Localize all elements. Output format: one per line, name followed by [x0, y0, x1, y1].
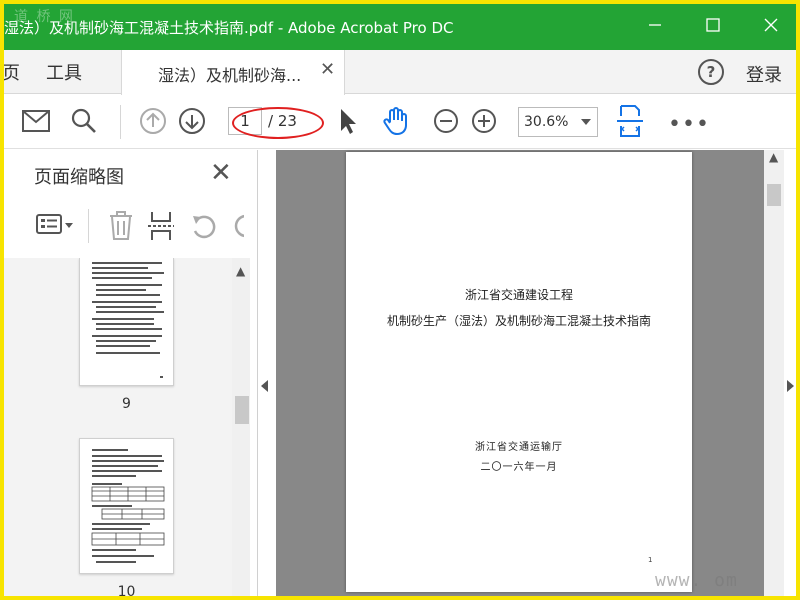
delete-page-button[interactable] [108, 211, 134, 245]
chevron-up-icon[interactable]: ▲ [769, 150, 778, 164]
rotate-left-button[interactable] [190, 213, 218, 243]
rotate-right-icon [234, 215, 244, 237]
minimize-button[interactable] [632, 0, 678, 50]
document-date: 二〇一六年一月 [480, 462, 558, 473]
document-tab[interactable]: 湿法）及机制砂海... ✕ [121, 50, 345, 95]
close-window-button[interactable] [748, 0, 794, 50]
panel-toolbar [0, 205, 258, 249]
minimize-icon [649, 24, 661, 26]
collapse-left-panel-button[interactable] [261, 380, 268, 392]
panel-title: 页面缩略图 [34, 167, 124, 188]
previous-page-button[interactable] [137, 105, 169, 137]
scrollbar-thumb[interactable] [235, 396, 249, 424]
document-scrollbar[interactable]: ▲ [764, 150, 784, 600]
list-options-icon [36, 214, 73, 234]
hand-tool-button[interactable] [380, 105, 412, 137]
expand-right-panel-button[interactable] [787, 380, 794, 392]
document-heading-2: 机制砂生产（湿法）及机制砂海工混凝土技术指南 [386, 314, 651, 328]
watermark-bottom: www. om [655, 570, 738, 591]
fit-page-icon [617, 105, 643, 137]
insert-page-button[interactable] [148, 211, 174, 245]
title-bar: 道 桥 网 湿法）及机制砂海工混凝土技术指南.pdf - Adobe Acrob… [0, 0, 800, 50]
zoom-in-icon [472, 109, 496, 133]
cursor-arrow-icon [341, 109, 356, 134]
pdf-page: 浙江省交通建设工程 机制砂生产（湿法）及机制砂海工混凝土技术指南 浙江省交通运输… [346, 152, 692, 592]
arrow-down-circle-icon [179, 108, 205, 134]
window-title: 湿法）及机制砂海工混凝土技术指南.pdf - Adobe Acrobat Pro… [4, 19, 454, 37]
options-menu-button[interactable] [36, 213, 76, 241]
chevron-down-icon [581, 119, 591, 125]
menu-tools[interactable]: 工具 [46, 59, 82, 85]
document-heading-1: 浙江省交通建设工程 [464, 288, 573, 302]
thumbnail-page-10[interactable] [79, 438, 174, 574]
email-button[interactable] [20, 105, 52, 137]
document-issuer: 浙江省交通运输厅 [475, 442, 563, 453]
scrollbar-thumb[interactable] [767, 184, 781, 206]
trash-icon [110, 211, 132, 240]
chevron-up-icon[interactable]: ▲ [236, 264, 245, 278]
next-page-button[interactable] [176, 105, 208, 137]
maximize-icon [706, 18, 720, 32]
fit-page-button[interactable] [614, 105, 646, 137]
maximize-button[interactable] [690, 0, 736, 50]
toolbar-separator [120, 105, 121, 139]
rotate-left-icon [193, 215, 216, 239]
arrow-up-circle-icon [140, 108, 166, 134]
login-button[interactable]: 登录 [746, 61, 782, 87]
zoom-value: 30.6% [524, 114, 569, 130]
tab-close-button[interactable]: ✕ [320, 59, 335, 80]
thumbnails-panel: 页面缩略图 ✕ 9 10 ▲ [0, 150, 258, 600]
menu-home[interactable]: 页 [2, 59, 20, 85]
insert-page-icon [148, 212, 174, 240]
zoom-in-button[interactable] [468, 105, 500, 137]
zoom-select[interactable]: 30.6% [518, 107, 598, 137]
zoom-out-icon [434, 109, 458, 133]
menu-tab-bar: 页 工具 湿法）及机制砂海... ✕ ? 登录 [0, 50, 800, 95]
more-tools-button[interactable]: ••• [668, 112, 710, 137]
thumbnail-scrollbar[interactable]: ▲ [232, 258, 250, 600]
select-tool-button[interactable] [332, 105, 364, 137]
thumbnail-page-9[interactable] [79, 258, 174, 386]
thumbnail-content [92, 262, 164, 378]
close-icon [764, 18, 778, 32]
highlight-oval [232, 107, 324, 139]
zoom-out-button[interactable] [430, 105, 462, 137]
hand-icon [383, 107, 407, 136]
search-icon [71, 108, 96, 133]
thumbnail-label: 9 [122, 396, 131, 412]
panel-close-button[interactable]: ✕ [210, 158, 232, 188]
thumbnail-list: 9 10 [0, 258, 232, 600]
help-icon[interactable]: ? [698, 59, 724, 85]
search-button[interactable] [68, 105, 100, 137]
rotate-right-button[interactable] [232, 213, 244, 243]
panel-separator [88, 209, 89, 243]
page-number-mark: 1 [648, 556, 653, 564]
thumbnail-label: 10 [117, 584, 136, 600]
document-tab-label: 湿法）及机制砂海... [158, 66, 302, 85]
mail-icon [22, 110, 50, 132]
thumbnail-content [91, 449, 165, 563]
